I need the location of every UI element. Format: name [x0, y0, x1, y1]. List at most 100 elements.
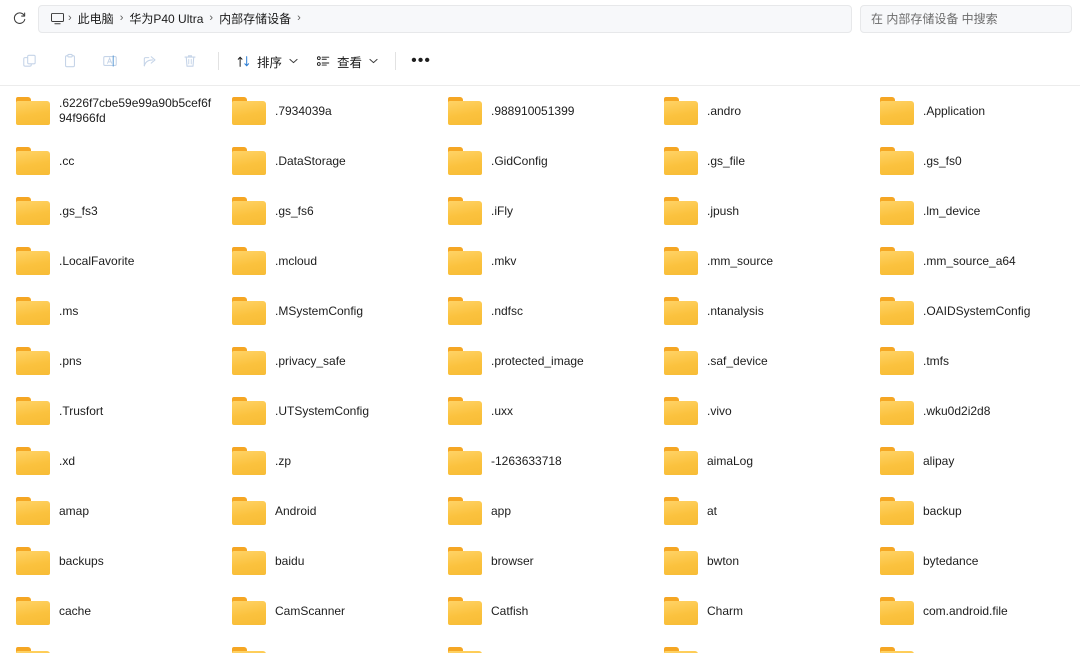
command-toolbar: 排序 查看 •••: [0, 37, 1080, 86]
folder-item[interactable]: .cc: [0, 136, 216, 186]
folder-item[interactable]: .pns: [0, 336, 216, 386]
folder-item[interactable]: .uxx: [432, 386, 648, 436]
folder-item[interactable]: backups: [0, 536, 216, 586]
folder-item[interactable]: bwton: [648, 536, 864, 586]
share-button[interactable]: [130, 45, 170, 77]
folder-item[interactable]: .6226f7cbe59e99a90b5cef6f94f966fd: [0, 86, 216, 136]
folder-item[interactable]: baidu: [216, 536, 432, 586]
folder-item[interactable]: .iFly: [432, 186, 648, 236]
folder-item[interactable]: [432, 636, 648, 653]
breadcrumb-item-device[interactable]: 华为P40 Ultra: [124, 8, 208, 29]
folder-item[interactable]: bytedance: [864, 536, 1080, 586]
search-input[interactable]: 在 内部存储设备 中搜索: [871, 10, 998, 27]
folder-item[interactable]: .tmfs: [864, 336, 1080, 386]
folder-item[interactable]: .gs_fs0: [864, 136, 1080, 186]
folder-icon: [232, 547, 266, 575]
folder-icon: [448, 197, 482, 225]
folder-item[interactable]: com.android.file: [864, 586, 1080, 636]
folder-item[interactable]: .gs_fs3: [0, 186, 216, 236]
folder-item[interactable]: [216, 636, 432, 653]
folder-item[interactable]: .ndfsc: [432, 286, 648, 336]
folder-label: -1263633718: [491, 453, 562, 468]
rename-button[interactable]: [90, 45, 130, 77]
paste-icon: [65, 53, 75, 68]
view-label: 查看: [337, 55, 363, 70]
folder-item[interactable]: .gs_fs6: [216, 186, 432, 236]
folder-item[interactable]: .vivo: [648, 386, 864, 436]
folder-item[interactable]: .xd: [0, 436, 216, 486]
folder-item[interactable]: .mm_source_a64: [864, 236, 1080, 286]
folder-item[interactable]: Android: [216, 486, 432, 536]
folder-icon: [448, 597, 482, 625]
folder-item[interactable]: .jpush: [648, 186, 864, 236]
folder-item[interactable]: .mcloud: [216, 236, 432, 286]
folder-item[interactable]: .Trusfort: [0, 386, 216, 436]
folder-icon: [448, 347, 482, 375]
folder-item[interactable]: cache: [0, 586, 216, 636]
folder-item[interactable]: -1263633718: [432, 436, 648, 486]
folder-item[interactable]: alipay: [864, 436, 1080, 486]
folder-item[interactable]: .ntanalysis: [648, 286, 864, 336]
folder-item[interactable]: Catfish: [432, 586, 648, 636]
view-button[interactable]: 查看: [307, 45, 387, 77]
paste-button[interactable]: [50, 45, 90, 77]
folder-icon: [232, 97, 266, 125]
folder-item[interactable]: .wku0d2i2d8: [864, 386, 1080, 436]
folder-label: .mcloud: [275, 253, 318, 268]
folder-icon: [880, 547, 914, 575]
folder-item[interactable]: .GidConfig: [432, 136, 648, 186]
folder-item[interactable]: app: [432, 486, 648, 536]
refresh-button[interactable]: [4, 5, 34, 33]
folder-item[interactable]: .andro: [648, 86, 864, 136]
folder-item[interactable]: CamScanner: [216, 586, 432, 636]
folder-item[interactable]: .gs_file: [648, 136, 864, 186]
folder-item[interactable]: [648, 636, 864, 653]
folder-item[interactable]: amap: [0, 486, 216, 536]
folder-item[interactable]: .mm_source: [648, 236, 864, 286]
folder-item[interactable]: browser: [432, 536, 648, 586]
folder-label: Charm: [707, 603, 744, 618]
folder-item[interactable]: .mkv: [432, 236, 648, 286]
breadcrumb-item-this-pc[interactable]: 此电脑: [73, 8, 119, 29]
folder-icon: [664, 297, 698, 325]
folder-icon: [880, 347, 914, 375]
search-box[interactable]: 在 内部存储设备 中搜索: [860, 4, 1072, 33]
folder-item[interactable]: .ms: [0, 286, 216, 336]
folder-item[interactable]: .Application: [864, 86, 1080, 136]
folder-item[interactable]: .MSystemConfig: [216, 286, 432, 336]
breadcrumb[interactable]: › 此电脑 › 华为P40 Ultra › 内部存储设备 ›: [38, 4, 852, 33]
folder-icon: [16, 547, 50, 575]
copy-button[interactable]: [10, 45, 50, 77]
folder-label: .zp: [275, 453, 292, 468]
folder-item[interactable]: .protected_image: [432, 336, 648, 386]
folder-item[interactable]: [0, 636, 216, 653]
folder-item[interactable]: .7934039a: [216, 86, 432, 136]
delete-button[interactable]: [170, 45, 210, 77]
chevron-down-icon: [289, 57, 298, 66]
folder-item[interactable]: .DataStorage: [216, 136, 432, 186]
folder-item[interactable]: .zp: [216, 436, 432, 486]
folder-item[interactable]: .988910051399: [432, 86, 648, 136]
folder-item[interactable]: .saf_device: [648, 336, 864, 386]
folder-icon: [664, 497, 698, 525]
folder-item[interactable]: .LocalFavorite: [0, 236, 216, 286]
folder-icon: [880, 197, 914, 225]
folder-item[interactable]: [864, 636, 1080, 653]
folder-label: .988910051399: [491, 103, 575, 118]
breadcrumb-item-internal-storage[interactable]: 内部存储设备: [214, 8, 296, 29]
folder-item[interactable]: backup: [864, 486, 1080, 536]
more-options-button[interactable]: •••: [404, 45, 438, 77]
folder-icon: [448, 147, 482, 175]
folder-item[interactable]: Charm: [648, 586, 864, 636]
folder-item[interactable]: .OAIDSystemConfig: [864, 286, 1080, 336]
folder-item[interactable]: .UTSystemConfig: [216, 386, 432, 436]
folder-item[interactable]: .lm_device: [864, 186, 1080, 236]
share-icon: [143, 56, 156, 67]
folder-label: amap: [59, 503, 90, 518]
folder-item[interactable]: aimaLog: [648, 436, 864, 486]
folder-label: .tmfs: [923, 353, 949, 368]
folder-item[interactable]: .privacy_safe: [216, 336, 432, 386]
folder-item[interactable]: at: [648, 486, 864, 536]
sort-button[interactable]: 排序: [227, 45, 307, 77]
folder-label: Android: [275, 503, 317, 518]
